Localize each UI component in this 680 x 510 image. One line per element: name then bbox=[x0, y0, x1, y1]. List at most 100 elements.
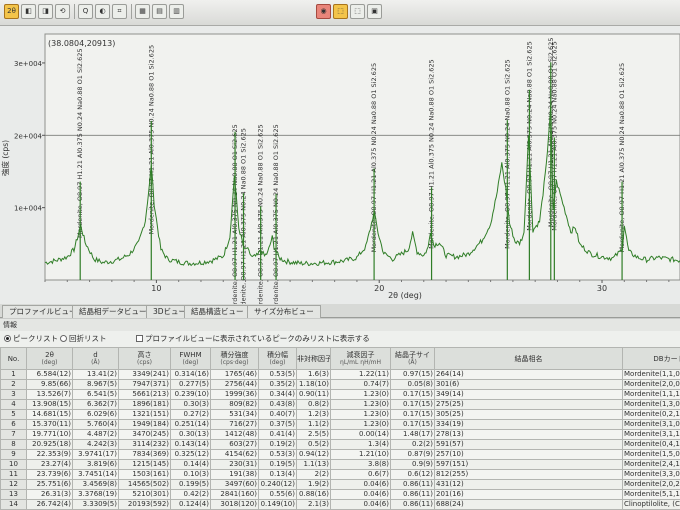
table-row[interactable]: 3 13.526(7) 6.541(5) 5661(213) 0.239(10) 1999… bbox=[0, 389, 680, 400]
table-cell: 191(38) bbox=[210, 469, 259, 480]
table-cell: 15.370(11) bbox=[26, 419, 73, 430]
table-row[interactable]: 11 23.739(6) 3.7451(14) 1503(161) 0.10(3) 191… bbox=[0, 469, 680, 480]
table-cell: 13.908(15) bbox=[26, 399, 73, 410]
column-header[interactable]: 結晶子サイ (Å) bbox=[390, 347, 435, 370]
table-cell: 6.584(12) bbox=[26, 369, 73, 380]
table-cell: 0.314(16) bbox=[170, 369, 211, 380]
peak-table-container[interactable]: No. 2θ (deg) d (Å) 高さ (cps) FWHM (deg) 積分強度 (cps·d… bbox=[0, 347, 680, 510]
table-cell: 6 bbox=[0, 419, 27, 430]
table-cell: 0.5(2) bbox=[296, 439, 331, 450]
table-cell: 3 bbox=[0, 389, 27, 400]
table-cell: 275(25) bbox=[434, 399, 623, 410]
column-header-label: 結晶子サイ bbox=[395, 350, 430, 359]
table-cell: 0.04(6) bbox=[330, 489, 391, 500]
diffraction-list-radio-label: 回折リスト bbox=[69, 334, 107, 343]
table-row[interactable]: 4 13.908(15) 6.362(7) 1896(181) 0.30(3) 809(8… bbox=[0, 399, 680, 410]
table-cell: 4 bbox=[0, 399, 27, 410]
x-axis-label: 2θ (deg) bbox=[388, 291, 422, 300]
peak-list-radio[interactable]: ピークリスト bbox=[4, 331, 58, 347]
column-header[interactable]: 高さ (cps) bbox=[118, 347, 171, 370]
two-theta-button[interactable]: 2θ bbox=[4, 4, 19, 19]
column-header-unit: (deg) bbox=[182, 358, 199, 366]
peak-marker-button[interactable]: ◉ bbox=[316, 4, 331, 19]
table-cell: 11 bbox=[0, 469, 27, 480]
column-header[interactable]: 2θ (deg) bbox=[26, 347, 73, 370]
table-cell: 10 bbox=[0, 459, 27, 470]
table-row[interactable]: 12 25.751(6) 3.4569(8) 14565(502) 0.199(5) 34… bbox=[0, 479, 680, 490]
table-cell: 0.251(14) bbox=[170, 419, 211, 430]
layout-button-2[interactable]: ▤ bbox=[152, 4, 167, 19]
column-header[interactable]: 非対称因子 bbox=[296, 347, 331, 370]
table-cell: 0.124(4) bbox=[170, 499, 211, 510]
tab-crystal-structure-view[interactable]: 結晶構造ビュー bbox=[184, 305, 251, 318]
table-cell: 1412(48) bbox=[210, 429, 259, 440]
table-cell: 278(13) bbox=[434, 429, 623, 440]
table-cell: 0.13(4) bbox=[258, 469, 297, 480]
export-button[interactable]: ▣ bbox=[367, 4, 382, 19]
column-header[interactable]: 減衰因子 ηL/mL ηH/mH bbox=[330, 347, 391, 370]
table-cell: 13 bbox=[0, 489, 27, 500]
table-cell: 14.681(15) bbox=[26, 409, 73, 420]
q-axis-button[interactable]: Q bbox=[78, 4, 93, 19]
display-mode-button[interactable]: ◐ bbox=[95, 4, 110, 19]
zoom-in-x-button[interactable]: ◧ bbox=[21, 4, 36, 19]
table-cell: 4.242(3) bbox=[72, 439, 119, 450]
table-cell: 531(34) bbox=[210, 409, 259, 420]
column-header[interactable]: DBカード番 bbox=[622, 347, 680, 370]
table-row[interactable]: 13 26.31(3) 3.3768(19) 5210(301) 0.42(2) 2841… bbox=[0, 489, 680, 500]
table-cell: 1.2(3) bbox=[296, 409, 331, 420]
zoom-out-x-button[interactable]: ◨ bbox=[38, 4, 53, 19]
table-row[interactable]: 10 23.27(4) 3.819(6) 1215(145) 0.14(4) 230(31… bbox=[0, 459, 680, 470]
column-header[interactable]: d (Å) bbox=[72, 347, 119, 370]
tab-size-distribution-view[interactable]: サイズ分布ビュー bbox=[247, 305, 321, 318]
profile-chart[interactable]: Mordenite, O8.97 H1.21 Al0.375 N0.24 Na0… bbox=[0, 26, 680, 304]
table-row[interactable]: 2 9.85(66) 8.967(5) 7947(371) 0.277(5) 2756(4… bbox=[0, 379, 680, 390]
table-cell: 0.55(6) bbox=[258, 489, 297, 500]
table-cell: 2.5(5) bbox=[296, 429, 331, 440]
table-cell: 6.541(5) bbox=[72, 389, 119, 400]
table-cell: 0.90(11) bbox=[296, 389, 331, 400]
column-header[interactable]: No. bbox=[0, 347, 27, 370]
layout-button-3[interactable]: ▥ bbox=[169, 4, 184, 19]
table-cell: 809(82) bbox=[210, 399, 259, 410]
layout-button-1[interactable]: ▦ bbox=[135, 4, 150, 19]
table-cell: 1949(184) bbox=[118, 419, 171, 430]
grid-toggle-button[interactable]: ⌗ bbox=[112, 4, 127, 19]
tab-phase-data-view[interactable]: 結晶相データビュー bbox=[72, 305, 154, 318]
column-header[interactable]: 積分幅 (deg) bbox=[258, 347, 297, 370]
xrd-profile-plot[interactable]: Mordenite, O8.97 H1.21 Al0.375 N0.24 Na0… bbox=[0, 26, 680, 304]
table-cell: 0.17(15) bbox=[390, 419, 435, 430]
table-row[interactable]: 7 19.771(10) 4.487(2) 3470(245) 0.30(13) 1412… bbox=[0, 429, 680, 440]
table-row[interactable]: 6 15.370(11) 5.760(4) 1949(184) 0.251(14) 716… bbox=[0, 419, 680, 430]
label-toggle-button[interactable]: ⬚ bbox=[333, 4, 348, 19]
column-header-label: 積分強度 bbox=[220, 350, 249, 359]
table-cell: 0.35(2) bbox=[258, 379, 297, 390]
table-cell: 257(10) bbox=[434, 449, 623, 460]
table-cell: 0.325(12) bbox=[170, 449, 211, 460]
table-cell: 0.40(7) bbox=[258, 409, 297, 420]
y-tick-label: 2e+004 bbox=[14, 132, 43, 140]
table-cell: 0.277(5) bbox=[170, 379, 211, 390]
table-cell: Clinoptilolite, (Ca)(2,2,-2),Mordenite (… bbox=[622, 499, 680, 510]
column-header[interactable]: 積分強度 (cps·deg) bbox=[210, 347, 259, 370]
table-cell: 812(255) bbox=[434, 469, 623, 480]
table-cell: 0.04(6) bbox=[330, 499, 391, 510]
table-row[interactable]: 8 20.925(18) 4.242(3) 3114(232) 0.143(14) 603… bbox=[0, 439, 680, 450]
table-row[interactable]: 14 26.742(4) 3.3309(5) 20193(592) 0.124(4) 30… bbox=[0, 499, 680, 510]
frame-button[interactable]: ⬚ bbox=[350, 4, 365, 19]
table-cell: 7834(369) bbox=[118, 449, 171, 460]
visible-peaks-only-checkbox[interactable]: プロファイルビューに表示されているピークのみリストに表示する bbox=[136, 331, 370, 347]
table-cell: 0.97(15) bbox=[390, 369, 435, 380]
table-row[interactable]: 1 6.584(12) 13.41(2) 3349(241) 0.314(16) 1765… bbox=[0, 369, 680, 380]
table-cell: 1.48(17) bbox=[390, 429, 435, 440]
table-row[interactable]: 9 22.353(9) 3.9741(17) 7834(369) 0.325(12) 41… bbox=[0, 449, 680, 460]
table-body: 1 6.584(12) 13.41(2) 3349(241) 0.314(16) 1765… bbox=[0, 369, 680, 510]
diffraction-list-radio[interactable]: 回折リスト bbox=[60, 331, 107, 347]
table-row[interactable]: 5 14.681(15) 6.029(6) 1321(151) 0.27(2) 531(3… bbox=[0, 409, 680, 420]
table-cell: 2(2) bbox=[296, 469, 331, 480]
reset-view-button[interactable]: ⟲ bbox=[55, 4, 70, 19]
column-header[interactable]: FWHM (deg) bbox=[170, 347, 211, 370]
table-cell: 0.00(14) bbox=[330, 429, 391, 440]
column-header[interactable]: 結晶相名 bbox=[434, 347, 623, 370]
table-cell: 5210(301) bbox=[118, 489, 171, 500]
